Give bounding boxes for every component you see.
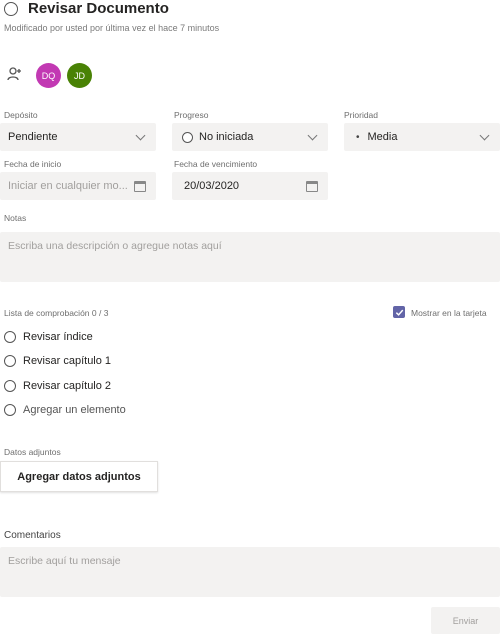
due-date-value: 20/03/2020 bbox=[184, 180, 240, 192]
chevron-down-icon bbox=[135, 130, 146, 140]
add-item-checkbox bbox=[4, 404, 16, 416]
notes-label: Notas bbox=[4, 213, 27, 223]
checklist-item[interactable]: Revisar índice bbox=[4, 331, 93, 343]
priority-value: Media bbox=[367, 131, 398, 143]
checklist-item[interactable]: Revisar capítulo 1 bbox=[4, 355, 111, 367]
priority-label: Prioridad bbox=[344, 110, 379, 120]
add-item-text[interactable]: Agregar un elemento bbox=[23, 404, 126, 416]
bucket-value: Pendiente bbox=[8, 131, 58, 143]
checklist-label: Lista de comprobación 0 / 3 bbox=[4, 308, 109, 318]
assign-user-icon[interactable] bbox=[6, 66, 22, 82]
avatar-initials: DQ bbox=[41, 70, 56, 81]
progress-label: Progreso bbox=[174, 110, 209, 120]
start-date-placeholder: Iniciar en cualquier mo... bbox=[8, 180, 128, 192]
progress-dropdown[interactable]: No iniciada bbox=[172, 123, 328, 151]
item-checkbox[interactable] bbox=[4, 355, 16, 367]
show-on-card-checkbox[interactable] bbox=[393, 306, 405, 318]
send-button[interactable]: Enviar bbox=[431, 607, 500, 634]
checklist-item[interactable]: Revisar capítulo 2 bbox=[4, 380, 111, 392]
attachments-label: Datos adjuntos bbox=[4, 447, 61, 457]
add-attachment-button[interactable]: Agregar datos adjuntos bbox=[0, 461, 158, 492]
checklist-item-text[interactable]: Revisar capítulo 1 bbox=[23, 355, 111, 367]
comment-placeholder: Escribe aquí tu mensaje bbox=[8, 555, 121, 567]
chevron-down-icon bbox=[307, 130, 318, 140]
checklist-item-text[interactable]: Revisar índice bbox=[23, 331, 93, 343]
avatar-initials: JD bbox=[74, 70, 85, 81]
due-date-label: Fecha de vencimiento bbox=[174, 159, 258, 169]
comments-label: Comentarios bbox=[4, 530, 61, 541]
bucket-dropdown[interactable]: Pendiente bbox=[0, 123, 156, 151]
notes-textarea[interactable]: Escriba una descripción o agregue notas … bbox=[0, 232, 500, 282]
due-date-field[interactable]: 20/03/2020 bbox=[172, 172, 328, 200]
checkmark-icon bbox=[395, 309, 403, 316]
not-started-icon bbox=[182, 131, 193, 143]
chevron-down-icon bbox=[479, 130, 490, 140]
send-label: Enviar bbox=[452, 615, 479, 626]
start-date-label: Fecha de inicio bbox=[4, 159, 62, 169]
checklist-item-text[interactable]: Revisar capítulo 2 bbox=[23, 380, 111, 392]
complete-task-checkbox[interactable] bbox=[4, 2, 18, 16]
avatar-dq[interactable]: DQ bbox=[36, 63, 61, 88]
calendar-icon[interactable] bbox=[134, 180, 146, 192]
last-modified-text: Modificado por usted por última vez el h… bbox=[4, 23, 220, 33]
bucket-label: Depósito bbox=[4, 110, 38, 120]
calendar-icon[interactable] bbox=[306, 180, 318, 192]
add-checklist-item[interactable]: Agregar un elemento bbox=[4, 404, 126, 416]
progress-value: No iniciada bbox=[199, 131, 254, 143]
comment-textarea[interactable]: Escribe aquí tu mensaje bbox=[0, 547, 500, 597]
add-attachment-label: Agregar datos adjuntos bbox=[17, 470, 141, 483]
priority-dropdown[interactable]: • Media bbox=[344, 123, 500, 151]
task-title[interactable]: Revisar Documento bbox=[28, 0, 169, 17]
notes-placeholder: Escriba una descripción o agregue notas … bbox=[8, 240, 222, 252]
item-checkbox[interactable] bbox=[4, 380, 16, 392]
item-checkbox[interactable] bbox=[4, 331, 16, 343]
show-on-card-label: Mostrar en la tarjeta bbox=[411, 308, 487, 318]
start-date-field[interactable]: Iniciar en cualquier mo... bbox=[0, 172, 156, 200]
avatar-jd[interactable]: JD bbox=[67, 63, 92, 88]
